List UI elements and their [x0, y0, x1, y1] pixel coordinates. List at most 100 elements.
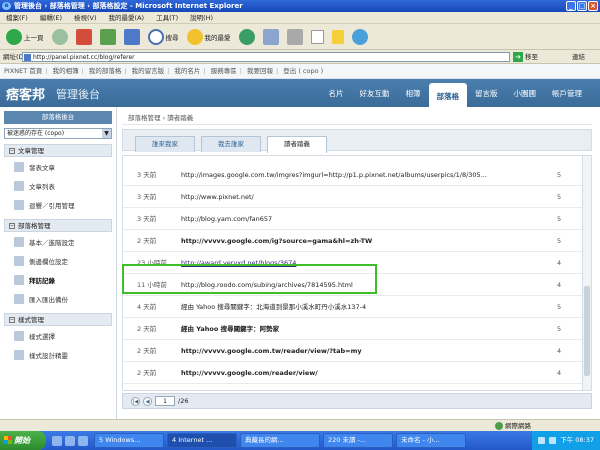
- tray-network-icon[interactable]: [538, 437, 546, 444]
- refresh-button[interactable]: [98, 27, 118, 47]
- sidebar-item-visit-log[interactable]: 拜訪記錄: [4, 270, 112, 289]
- nav-my-guestbook[interactable]: 我的留言版: [132, 67, 165, 75]
- close-button[interactable]: ×: [588, 1, 598, 11]
- subtab-who-visited[interactable]: 誰來我家: [135, 136, 195, 152]
- pixnet-logo[interactable]: 痞客邦: [6, 84, 45, 103]
- taskbar-item-mail[interactable]: 220 未讀 -...: [323, 433, 393, 448]
- menu-file[interactable]: 檔案(F): [6, 12, 28, 23]
- referrer-url-link[interactable]: 經由 Yahoo 搜尋關鍵字：北海道到景那小溪水町丹小溪水137-4: [181, 296, 541, 318]
- sidebar-item-settings[interactable]: 基本／進階設定: [4, 232, 112, 251]
- taskbar-item-paint[interactable]: 未命名 - 小...: [396, 433, 466, 448]
- referrer-url-link[interactable]: http://blog.yam.com/fan657: [181, 208, 541, 230]
- sidebar-group-title[interactable]: − 部落格管理: [4, 219, 112, 232]
- stop-button[interactable]: [74, 27, 94, 47]
- visit-count: 5: [557, 193, 562, 201]
- favorites-button[interactable]: 我的最愛: [185, 27, 233, 47]
- nav-my-album[interactable]: 我的相簿: [53, 67, 79, 75]
- visit-count: 4: [557, 347, 562, 355]
- table-scrollbar[interactable]: [582, 156, 591, 390]
- tab-album[interactable]: 相簿: [398, 83, 429, 107]
- tray-volume-icon[interactable]: [549, 437, 557, 444]
- search-button[interactable]: 搜尋: [146, 27, 181, 47]
- sidebar-group-title[interactable]: − 文章管理: [4, 144, 112, 157]
- mail-button[interactable]: [261, 27, 281, 47]
- referrer-url-link[interactable]: http://vvvvv.google.com/reader/view/: [181, 362, 541, 384]
- home-button[interactable]: [122, 27, 142, 47]
- menu-view[interactable]: 檢視(V): [74, 12, 97, 23]
- back-button[interactable]: 上一頁: [4, 27, 46, 47]
- back-label: 上一頁: [24, 33, 44, 42]
- sidebar-item-style-select[interactable]: 樣式選擇: [4, 326, 112, 345]
- history-button[interactable]: [237, 27, 257, 47]
- maximize-button[interactable]: □: [577, 1, 587, 11]
- sidebar-item-comments[interactable]: 迴響／引用管理: [4, 195, 112, 214]
- tab-friends[interactable]: 好友互動: [352, 83, 398, 107]
- tab-account[interactable]: 帳戶管理: [544, 83, 590, 107]
- prev-page-button[interactable]: ◀: [143, 396, 152, 406]
- sidebar-item-sidebar-settings[interactable]: 側邊欄位設定: [4, 251, 112, 270]
- menu-tools[interactable]: 工具(T): [156, 12, 178, 23]
- wizard-icon: [14, 349, 24, 360]
- header-tabs: 名片 好友互動 相簿 部落格 留言版 小園圃 帳戶管理: [321, 83, 591, 107]
- notes-button[interactable]: [330, 27, 346, 47]
- nav-logout[interactable]: 登出 ( copo ): [283, 67, 323, 75]
- go-button[interactable]: ➔ 移至: [513, 52, 538, 62]
- nav-my-card[interactable]: 我的名片: [174, 67, 200, 75]
- window-titlebar: e 管理後台 › 部落格管理 › 部落格設定 - Microsoft Inter…: [0, 0, 600, 12]
- tab-guestbook[interactable]: 留言版: [467, 83, 506, 107]
- visit-count: 5: [557, 237, 562, 245]
- quicklaunch-desktop-icon[interactable]: [65, 435, 75, 446]
- subtab-where-i-went[interactable]: 我去誰家: [201, 136, 261, 152]
- forward-button[interactable]: [50, 27, 70, 47]
- referrer-url-link[interactable]: 經由 Yahoo 搜尋關鍵字：阿勢家: [181, 318, 541, 340]
- minimize-button[interactable]: _: [566, 1, 576, 11]
- taskbar-item-internet[interactable]: 4 Internet ...: [167, 433, 237, 448]
- nav-my-blog[interactable]: 我的部落格: [89, 67, 122, 75]
- scrollbar-thumb[interactable]: [584, 286, 590, 376]
- subtab-referrers[interactable]: 讀者踏義: [267, 136, 327, 153]
- address-url: http://panel.pixnet.cc/blog/referer: [33, 54, 135, 61]
- messenger-button[interactable]: [350, 27, 370, 47]
- sidebar-item-article-list[interactable]: 文章列表: [4, 176, 112, 195]
- list-icon: [14, 180, 24, 191]
- sidebar-item-style-wizard[interactable]: 樣式設計精靈: [4, 345, 112, 364]
- taskbar-item-blog[interactable]: 典藏長的網...: [240, 433, 320, 448]
- start-button[interactable]: 開始: [0, 431, 46, 450]
- search-label: 搜尋: [165, 33, 179, 42]
- address-input[interactable]: http://panel.pixnet.cc/blog/referer: [22, 52, 510, 62]
- sidebar-group-style: − 樣式管理 樣式選擇 樣式設計精靈: [4, 313, 112, 364]
- visit-time: 2 天前: [137, 237, 157, 245]
- visit-time: 4 天前: [137, 303, 157, 311]
- page-icon: [24, 54, 31, 61]
- stop-icon: [75, 28, 92, 45]
- quicklaunch-media-icon[interactable]: [78, 435, 88, 446]
- sidebar-item-backup[interactable]: 匯入匯出備份: [4, 289, 112, 308]
- quicklaunch-ie-icon[interactable]: [52, 435, 62, 446]
- collapse-icon: −: [9, 316, 15, 323]
- menu-help[interactable]: 說明(H): [190, 12, 213, 23]
- nav-pixnet-home[interactable]: PIXNET 首頁: [4, 67, 42, 75]
- first-page-button[interactable]: |◀: [131, 396, 140, 406]
- referrer-url-link[interactable]: http://www.pixnet.net/: [181, 186, 541, 208]
- edit-button[interactable]: [309, 27, 326, 47]
- sidebar-item-post[interactable]: 發表文章: [4, 157, 112, 176]
- sidebar-group-title[interactable]: − 樣式管理: [4, 313, 112, 326]
- menu-favorites[interactable]: 我的最愛(A): [109, 12, 145, 23]
- nav-services[interactable]: 服務專區: [211, 67, 237, 75]
- referrer-url-link[interactable]: http://vvvvv.google.com.tw/reader/view/?…: [181, 340, 541, 362]
- blog-select[interactable]: 被迷惑的存在 (copo) ▼: [4, 128, 112, 139]
- subtabs: 誰來我家 我去誰家 讀者踏義: [122, 129, 592, 153]
- referrer-url-link[interactable]: http://images.google.com.tw/imgres?imgur…: [181, 164, 541, 186]
- referrer-url-link[interactable]: http://vvvvv.google.com/ig?source=gama&h…: [181, 230, 541, 252]
- page-input[interactable]: 1: [155, 396, 175, 406]
- internet-zone-icon: [495, 422, 503, 430]
- nav-report[interactable]: 我要回報: [247, 67, 273, 75]
- menu-edit[interactable]: 編輯(E): [40, 12, 62, 23]
- tab-garden[interactable]: 小園圃: [506, 83, 545, 107]
- tab-card[interactable]: 名片: [321, 83, 352, 107]
- tab-blog[interactable]: 部落格: [428, 83, 467, 107]
- window-title: 管理後台 › 部落格管理 › 部落格設定 - Microsoft Interne…: [14, 2, 243, 10]
- taskbar-item-windows[interactable]: 5 Windows...: [94, 433, 164, 448]
- print-button[interactable]: [285, 27, 305, 47]
- links-button[interactable]: 連結: [572, 50, 585, 64]
